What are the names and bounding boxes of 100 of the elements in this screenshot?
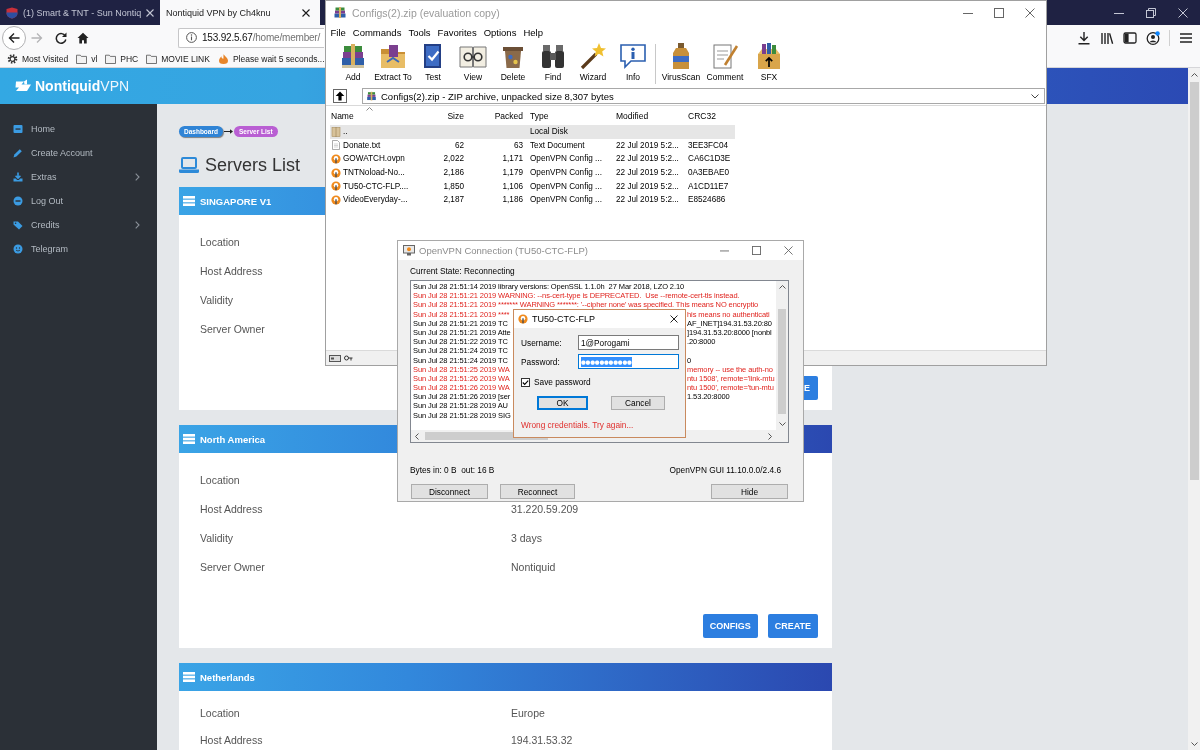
menu-item[interactable]: Favorites — [434, 27, 481, 38]
scrollbar-thumb[interactable] — [1189, 82, 1199, 480]
sidebar-item[interactable]: Credits — [0, 213, 157, 237]
sidebar-item[interactable]: Create Account — [0, 141, 157, 165]
column-header[interactable]: CRC32 — [684, 106, 735, 125]
action-button[interactable]: CONFIGS — [702, 614, 758, 638]
maximize-icon[interactable] — [994, 8, 1004, 18]
library-icon[interactable] — [1100, 30, 1114, 45]
menu-item[interactable]: Help — [519, 27, 547, 38]
scrollbar-thumb[interactable] — [778, 309, 786, 414]
checkbox[interactable] — [521, 377, 530, 387]
bookmark[interactable]: Please wait 5 seconds... — [217, 53, 325, 64]
dialog-button[interactable]: Cancel — [611, 396, 665, 410]
bookmark[interactable]: Most Visited — [7, 53, 69, 64]
toolbar-button[interactable]: Test — [413, 42, 453, 82]
laptop-icon — [179, 157, 199, 173]
toolbar-button[interactable]: Extract To — [373, 42, 413, 82]
file-type: OpenVPN Config ... — [530, 154, 602, 164]
browser-tab[interactable]: Nontiquid VPN by Ch4knu — [160, 0, 320, 25]
maximize-icon[interactable] — [752, 246, 761, 255]
server-icon — [183, 196, 195, 206]
file-type: Text Document — [530, 140, 585, 150]
download-icon[interactable] — [1077, 30, 1091, 45]
chevron-left-icon[interactable] — [415, 432, 419, 440]
column-header[interactable]: Type — [526, 106, 612, 125]
logo-icon[interactable] — [15, 79, 32, 93]
column-header[interactable]: Modified — [612, 106, 684, 125]
menu-icon[interactable] — [1179, 30, 1193, 45]
toolbar-button[interactable]: Wizard — [573, 42, 613, 82]
sidebar-item[interactable]: Extras — [0, 165, 157, 189]
sidebar-item[interactable]: Telegram — [0, 237, 157, 261]
sidebar-item[interactable]: Log Out — [0, 189, 157, 213]
file-row[interactable]: TU50-CTC-FLP.... 1,850 1,106 OpenVPN Config ... 22 Jul 2019 5:2... A1CD11E7 — [330, 179, 735, 193]
card-title: Netherlands — [200, 671, 255, 683]
close-icon[interactable] — [670, 315, 678, 323]
back-button[interactable] — [2, 25, 26, 50]
info-icon[interactable] — [186, 32, 197, 43]
books-icon — [366, 90, 377, 102]
window-button[interactable]: Disconnect — [411, 484, 488, 499]
file-type: OpenVPN Config ... — [530, 181, 602, 191]
url-field[interactable]: 153.92.5.67/home/member/ — [178, 27, 324, 48]
smiley-icon — [13, 244, 23, 254]
file-row[interactable]: GOWATCH.ovpn 2,022 1,171 OpenVPN Config ... 22 Jul 2019 5:2... CA6C1D3E — [330, 152, 735, 166]
close-icon[interactable] — [302, 8, 310, 17]
sidebar-item[interactable]: Home — [0, 117, 157, 141]
field-label: Validity — [200, 531, 234, 544]
window-button[interactable]: Hide — [711, 484, 788, 499]
action-button[interactable]: CREATE — [767, 614, 818, 638]
menu-item[interactable]: Commands — [349, 27, 405, 38]
chevron-up-icon[interactable] — [1190, 73, 1198, 77]
toolbar-button[interactable]: Comment — [703, 42, 747, 82]
account-icon[interactable] — [1146, 30, 1160, 45]
file-row[interactable]: TNTNoload-No... 2,186 1,179 OpenVPN Config ... 22 Jul 2019 5:2... 0A3EBAE0 — [330, 165, 735, 180]
toolbar-button[interactable]: VirusScan — [659, 42, 703, 82]
chevron-down-icon[interactable] — [1190, 742, 1198, 746]
arrow-right-icon — [223, 128, 233, 134]
flame-icon — [217, 53, 229, 64]
home-icon[interactable] — [77, 31, 89, 44]
window-title: Configs(2).zip (evaluation copy) — [352, 7, 500, 19]
restore-icon[interactable] — [1146, 7, 1156, 18]
browser-tab[interactable]: (1) Smart & TNT - Sun Nontiq — [0, 0, 160, 25]
pencil-icon — [13, 148, 23, 158]
field-label: Location — [200, 473, 240, 486]
column-header[interactable]: Packed — [467, 106, 526, 125]
download-icon — [13, 172, 23, 182]
toolbar-button[interactable]: Add — [333, 42, 373, 82]
file-name: TNTNoload-No... — [343, 168, 405, 178]
bookmark[interactable]: PHC — [105, 53, 139, 64]
sidebar-icon[interactable] — [1123, 30, 1137, 45]
menu-item[interactable]: Tools — [404, 27, 435, 38]
bookmark[interactable]: vl — [76, 53, 98, 64]
chevron-right-icon[interactable] — [768, 432, 772, 440]
path-dropdown[interactable]: Configs(2).zip - ZIP archive, unpacked size 8,307 bytes — [362, 88, 1045, 104]
field-value: 194.31.53.32 — [511, 733, 573, 746]
chevron-down-icon[interactable] — [1031, 93, 1039, 99]
chevron-up-icon[interactable] — [778, 285, 786, 289]
bookmark[interactable]: MOVIE LINK — [146, 53, 210, 64]
menu-item[interactable]: Options — [480, 27, 520, 38]
arrow-up-icon[interactable] — [333, 89, 347, 103]
toolbar-button[interactable]: Info — [613, 42, 653, 82]
field-value: 31.220.59.209 — [511, 502, 579, 515]
input-field[interactable]: 1@Porogami — [578, 335, 679, 350]
file-size: 2,187 — [443, 195, 464, 205]
reload-icon[interactable] — [55, 31, 67, 44]
file-row[interactable]: VideoEveryday-... 2,187 1,186 OpenVPN Config ... 22 Jul 2019 5:2... E8524686 — [330, 192, 735, 207]
field-label: Username: — [521, 337, 562, 348]
file-row[interactable]: .. Local Disk — [330, 125, 735, 139]
toolbar-button[interactable]: SFX — [747, 42, 791, 82]
file-row[interactable]: Donate.txt 62 63 Text Document 22 Jul 2019 5:2... 3EE3FC04 — [330, 138, 735, 153]
dialog-button[interactable]: OK — [537, 396, 588, 410]
window-button[interactable]: Reconnect — [500, 484, 575, 499]
file-size: 2,186 — [443, 168, 464, 178]
toolbar-button[interactable]: Find — [533, 42, 573, 82]
column-header[interactable]: Name — [330, 106, 416, 125]
toolbar-button[interactable]: View — [453, 42, 493, 82]
menu-item[interactable]: File — [327, 27, 350, 38]
column-header[interactable]: Size — [416, 106, 467, 125]
keyhole-icon — [331, 181, 341, 192]
toolbar-button[interactable]: Delete — [493, 42, 533, 82]
chevron-down-icon[interactable] — [778, 422, 786, 426]
